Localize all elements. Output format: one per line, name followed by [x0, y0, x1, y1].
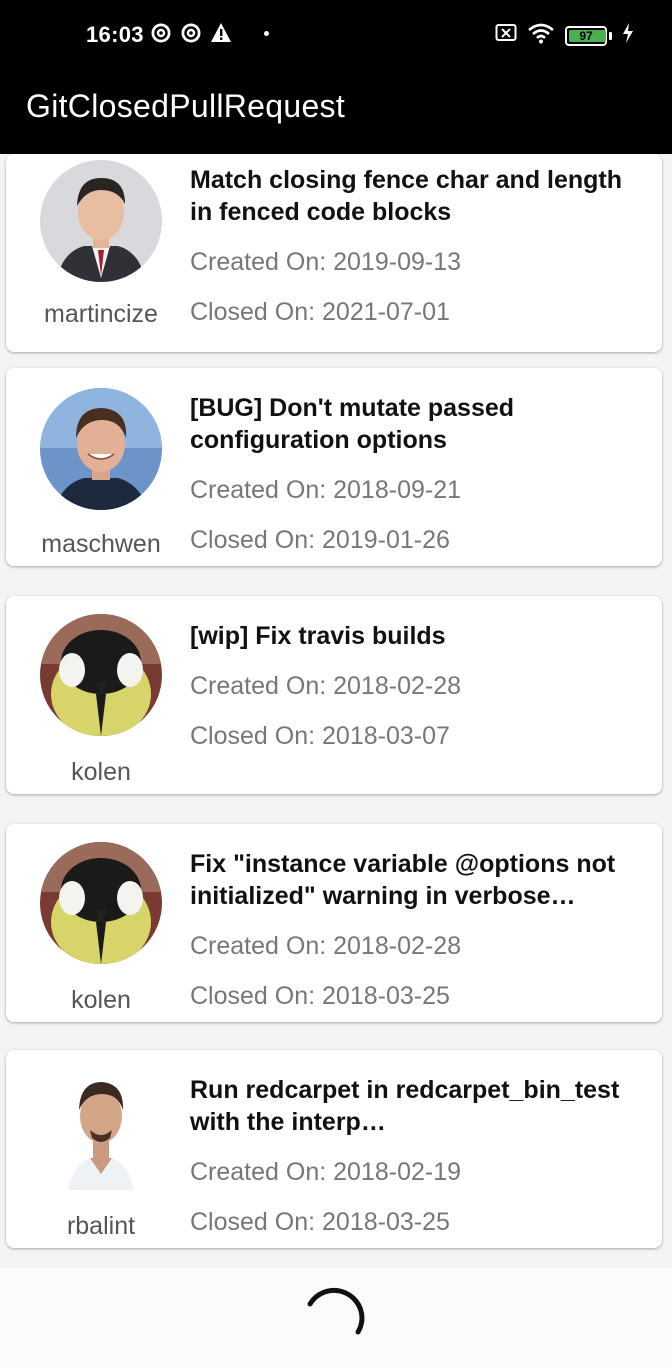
pull-request-card[interactable]: kolen Fix "instance variable @options no… — [6, 824, 662, 1022]
app-bar: GitClosedPullRequest — [0, 66, 672, 154]
pull-request-title: Run redcarpet in redcarpet_bin_test with… — [190, 1076, 620, 1136]
created-date: Created On: 2018-02-28 — [190, 672, 462, 700]
sim-x-icon — [495, 23, 517, 48]
charging-bolt-icon — [622, 23, 634, 48]
pull-request-card[interactable]: martincize Match closing fence char and … — [6, 154, 662, 352]
user-avatar-photo — [40, 614, 162, 736]
pull-request-title: Match closing fence char and length in f… — [190, 166, 623, 226]
battery-level-text: 97 — [579, 28, 593, 43]
status-notification-icons — [150, 22, 269, 44]
avatar — [40, 842, 162, 964]
created-date: Created On: 2018-09-21 — [190, 476, 462, 504]
loading-spinner-icon — [307, 1287, 365, 1335]
pull-request-card[interactable]: kolen [wip] Fix travis builds Created On… — [6, 596, 662, 794]
username: maschwen — [41, 530, 161, 558]
username: martincize — [44, 300, 158, 328]
username: rbalint — [66, 1212, 136, 1240]
user-avatar-photo — [40, 842, 162, 964]
created-date: Created On: 2018-02-28 — [190, 932, 462, 960]
username: kolen — [71, 758, 131, 786]
wifi-icon — [527, 22, 555, 49]
created-date: Created On: 2019-09-13 — [190, 248, 462, 276]
at-sign-icon — [150, 22, 172, 44]
dot-icon — [264, 30, 269, 36]
warning-icon — [210, 22, 232, 44]
battery-icon: 97 — [565, 25, 607, 46]
status-time: 16:03 — [86, 22, 144, 47]
pull-request-title: [BUG] Don't mutate passed configuration … — [190, 394, 515, 454]
closed-date: Closed On: 2019-01-26 — [190, 526, 450, 554]
at-sign-icon — [180, 22, 202, 44]
created-date: Created On: 2018-02-19 — [190, 1158, 462, 1186]
avatar — [40, 160, 162, 282]
closed-date: Closed On: 2018-03-25 — [190, 982, 450, 1010]
user-avatar-photo — [40, 388, 162, 510]
pull-request-card[interactable]: rbalint Run redcarpet in redcarpet_bin_t… — [6, 1050, 662, 1248]
avatar — [40, 388, 162, 510]
status-bar: 16:03 97 — [0, 0, 672, 66]
avatar — [40, 614, 162, 736]
loading-footer — [0, 1268, 672, 1368]
username: kolen — [71, 986, 131, 1014]
pull-request-title: [wip] Fix travis builds — [190, 622, 446, 650]
status-system-icons: 97 — [495, 22, 634, 49]
closed-date: Closed On: 2021-07-01 — [190, 298, 450, 326]
pull-request-card[interactable]: maschwen [BUG] Don't mutate passed confi… — [6, 368, 662, 566]
battery-cap — [609, 31, 612, 40]
closed-date: Closed On: 2018-03-07 — [190, 722, 450, 750]
user-avatar-photo — [40, 160, 162, 282]
user-avatar-photo — [40, 1068, 162, 1190]
pull-request-title: Fix "instance variable @options not init… — [190, 850, 616, 910]
avatar — [40, 1068, 162, 1190]
closed-date: Closed On: 2018-03-25 — [190, 1208, 450, 1236]
app-title: GitClosedPullRequest — [26, 88, 346, 124]
